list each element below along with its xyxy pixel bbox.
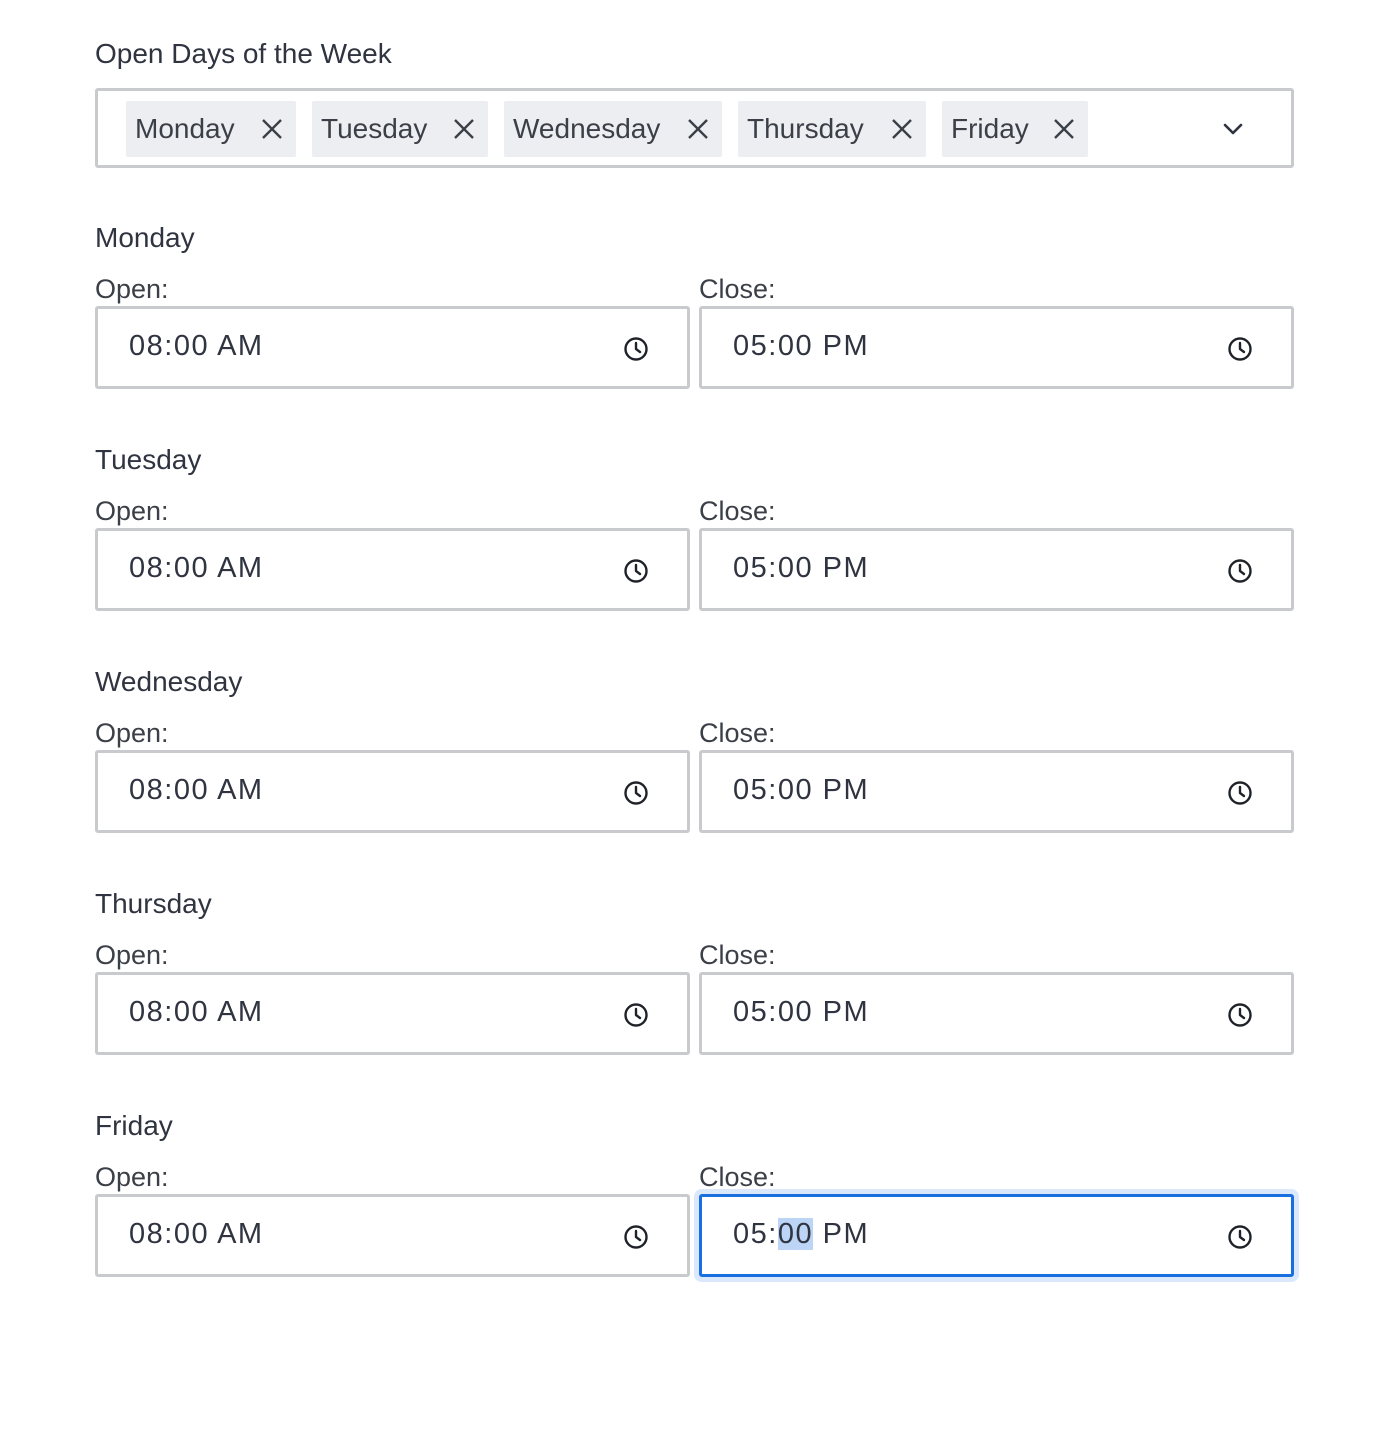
- time-value: 05:00 PM: [733, 1218, 870, 1250]
- time-value: 08:00 AM: [129, 774, 264, 806]
- open-days-multiselect[interactable]: Monday Tuesday Wednesday Thursday Friday: [95, 88, 1294, 168]
- chip-friday: Friday: [942, 101, 1088, 157]
- day-heading-friday: Friday: [95, 1110, 173, 1141]
- chip-thursday: Thursday: [738, 101, 926, 157]
- close-label: Close:: [699, 940, 776, 970]
- monday-close-time-input[interactable]: 05:00 PM: [699, 306, 1294, 389]
- open-label: Open:: [95, 1162, 169, 1192]
- chevron-down-icon[interactable]: [1221, 119, 1245, 139]
- open-days-title: Open Days of the Week: [95, 38, 392, 69]
- clock-icon[interactable]: [623, 558, 649, 584]
- day-heading-monday: Monday: [95, 222, 195, 253]
- time-value: 05:00 PM: [733, 552, 870, 584]
- open-label: Open:: [95, 940, 169, 970]
- day-heading-thursday: Thursday: [95, 888, 212, 919]
- tuesday-close-time-input[interactable]: 05:00 PM: [699, 528, 1294, 611]
- wednesday-open-time-input[interactable]: 08:00 AM: [95, 750, 690, 833]
- thursday-close-time-input[interactable]: 05:00 PM: [699, 972, 1294, 1055]
- open-label: Open:: [95, 274, 169, 304]
- close-label: Close:: [699, 718, 776, 748]
- tuesday-open-time-input[interactable]: 08:00 AM: [95, 528, 690, 611]
- chip-label: Wednesday: [513, 113, 661, 144]
- clock-icon[interactable]: [623, 336, 649, 362]
- clock-icon[interactable]: [1227, 780, 1253, 806]
- close-label: Close:: [699, 1162, 776, 1192]
- friday-open-time-input[interactable]: 08:00 AM: [95, 1194, 690, 1277]
- clock-icon[interactable]: [623, 780, 649, 806]
- close-icon[interactable]: [1052, 117, 1076, 141]
- open-label: Open:: [95, 718, 169, 748]
- chip-label: Friday: [951, 113, 1029, 144]
- day-heading-tuesday: Tuesday: [95, 444, 202, 475]
- time-value: 08:00 AM: [129, 1218, 264, 1250]
- chip-wednesday: Wednesday: [504, 101, 722, 157]
- chip-tuesday: Tuesday: [312, 101, 488, 157]
- chip-label: Monday: [135, 113, 235, 144]
- time-value: 05:00 PM: [733, 330, 870, 362]
- friday-close-time-input[interactable]: 05:00 PM: [699, 1194, 1294, 1277]
- clock-icon[interactable]: [1227, 558, 1253, 584]
- wednesday-close-time-input[interactable]: 05:00 PM: [699, 750, 1294, 833]
- time-value: 08:00 AM: [129, 552, 264, 584]
- close-label: Close:: [699, 274, 776, 304]
- minutes-segment-selected[interactable]: 00: [777, 1218, 814, 1250]
- close-icon[interactable]: [686, 117, 710, 141]
- time-value: 05:00 PM: [733, 996, 870, 1028]
- hours-segment[interactable]: 05: [733, 1218, 768, 1250]
- close-icon[interactable]: [452, 117, 476, 141]
- time-value: 08:00 AM: [129, 330, 264, 362]
- chip-label: Thursday: [747, 113, 864, 144]
- close-icon[interactable]: [890, 117, 914, 141]
- day-heading-wednesday: Wednesday: [95, 666, 243, 697]
- open-label: Open:: [95, 496, 169, 526]
- clock-icon[interactable]: [623, 1224, 649, 1250]
- thursday-open-time-input[interactable]: 08:00 AM: [95, 972, 690, 1055]
- chip-monday: Monday: [126, 101, 296, 157]
- close-icon[interactable]: [260, 117, 284, 141]
- chip-label: Tuesday: [321, 113, 428, 144]
- time-value: 05:00 PM: [733, 774, 870, 806]
- close-label: Close:: [699, 496, 776, 526]
- ampm-segment[interactable]: PM: [823, 1218, 870, 1250]
- clock-icon[interactable]: [623, 1002, 649, 1028]
- clock-icon[interactable]: [1227, 1002, 1253, 1028]
- monday-open-time-input[interactable]: 08:00 AM: [95, 306, 690, 389]
- clock-icon[interactable]: [1227, 336, 1253, 362]
- clock-icon[interactable]: [1227, 1224, 1253, 1250]
- time-value: 08:00 AM: [129, 996, 264, 1028]
